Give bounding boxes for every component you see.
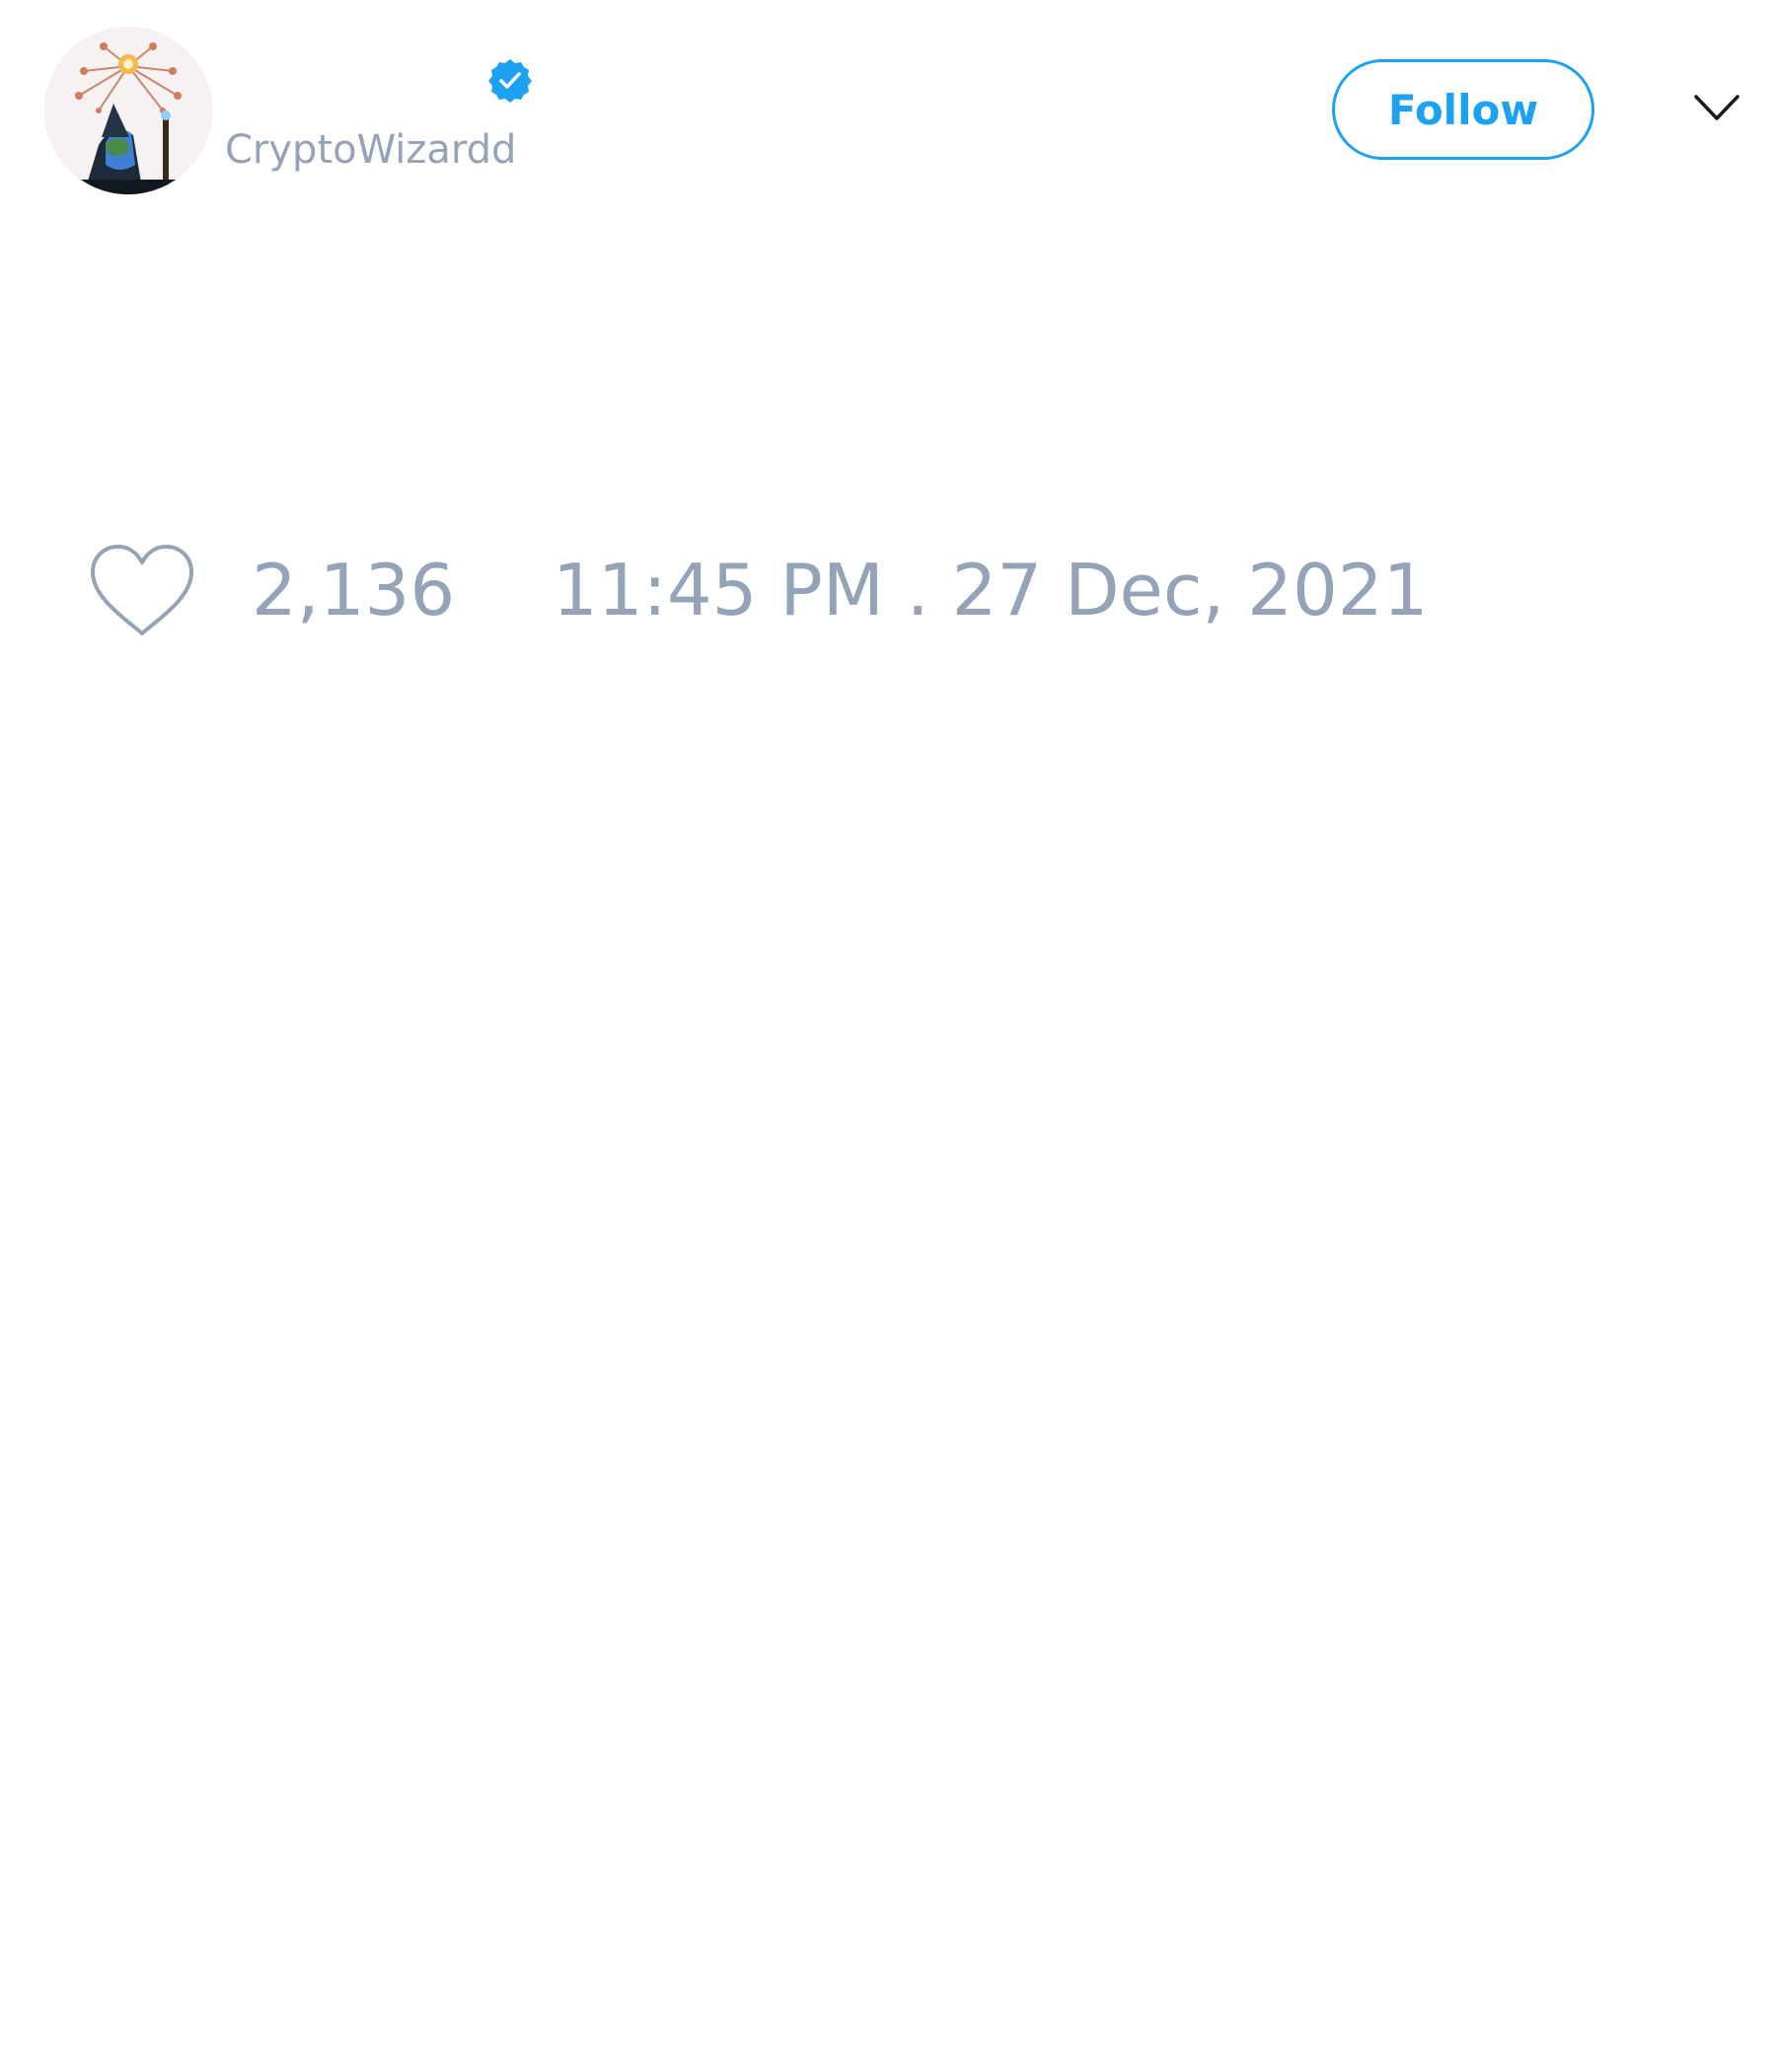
verified-badge-icon [486, 57, 534, 105]
follow-button[interactable]: Follow [1332, 59, 1594, 160]
chevron-down-icon[interactable] [1692, 91, 1741, 126]
like-count: 2,136 [252, 549, 456, 631]
tweet-timestamp[interactable]: 11:45 PM . 27 Dec, 2021 [553, 549, 1428, 631]
wizard-avatar-image [44, 27, 212, 194]
heart-outline-icon[interactable] [87, 543, 197, 641]
tweet-card: CryptoWizardd Follow 2,136 11:45 PM . 27… [0, 0, 1776, 2072]
avatar[interactable] [44, 27, 212, 194]
username-handle[interactable]: CryptoWizardd [225, 126, 516, 174]
